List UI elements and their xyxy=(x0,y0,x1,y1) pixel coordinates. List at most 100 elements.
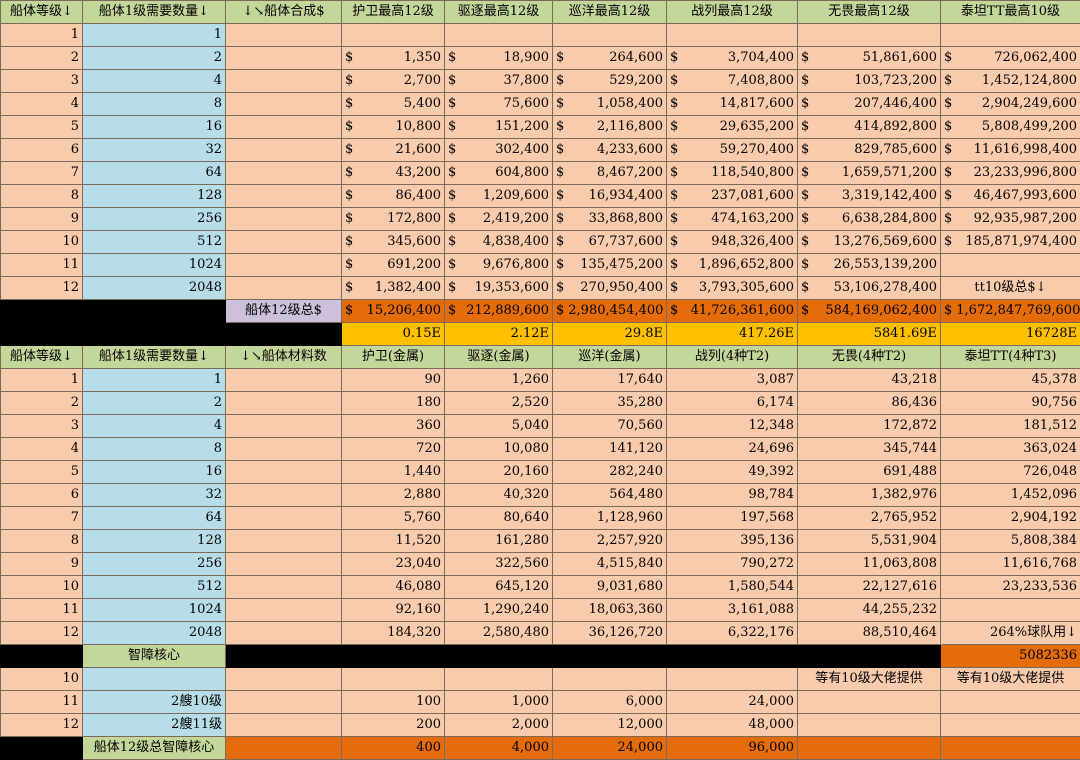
level-cell[interactable]: 10 xyxy=(1,668,83,691)
quantity-cell[interactable]: 2艘11级 xyxy=(83,714,226,737)
cost-cell[interactable]: $19,353,600 xyxy=(445,277,553,300)
material-cell[interactable]: 11,063,808 xyxy=(798,553,941,576)
cost-cell[interactable]: $46,467,993,600 xyxy=(941,185,1080,208)
cost-cell[interactable]: $103,723,200 xyxy=(798,70,941,93)
material-cell[interactable]: 43,218 xyxy=(798,369,941,392)
cost-cell[interactable]: $2,700 xyxy=(342,70,445,93)
column-header[interactable]: 无畏最高12级 xyxy=(798,1,941,24)
quantity-cell[interactable]: 2 xyxy=(83,392,226,415)
material-cell[interactable] xyxy=(226,461,342,484)
material-cell[interactable]: 6,322,176 xyxy=(667,622,798,645)
material-cell[interactable]: 141,120 xyxy=(553,438,667,461)
sheet-cell[interactable] xyxy=(1,300,226,323)
material-cell[interactable]: 197,568 xyxy=(667,507,798,530)
sheet-cell[interactable] xyxy=(226,162,342,185)
cost-cell[interactable]: $207,446,400 xyxy=(798,93,941,116)
sheet-cell[interactable] xyxy=(226,231,342,254)
cost-cell[interactable]: $1,452,124,800 xyxy=(941,70,1080,93)
quantity-cell[interactable]: 64 xyxy=(83,507,226,530)
quantity-cell[interactable]: 1024 xyxy=(83,254,226,277)
column-header[interactable]: 巡洋最高12级 xyxy=(553,1,667,24)
cost-cell[interactable]: $21,600 xyxy=(342,139,445,162)
cost-cell[interactable]: $1,209,600 xyxy=(445,185,553,208)
column-header[interactable]: ↓↘船体合成$ xyxy=(226,1,342,24)
material-cell[interactable]: 40,320 xyxy=(445,484,553,507)
sheet-cell[interactable] xyxy=(226,139,342,162)
material-cell[interactable]: 2,257,920 xyxy=(553,530,667,553)
quantity-cell[interactable]: 512 xyxy=(83,231,226,254)
total-label[interactable]: 船体12级总$ xyxy=(226,300,342,323)
material-cell[interactable]: 17,640 xyxy=(553,369,667,392)
total-e-cell[interactable]: 16728E xyxy=(941,323,1080,346)
quantity-cell[interactable]: 128 xyxy=(83,185,226,208)
quantity-cell[interactable]: 2艘10级 xyxy=(83,691,226,714)
material-cell[interactable] xyxy=(226,576,342,599)
cost-cell[interactable]: $13,276,569,600 xyxy=(798,231,941,254)
material-cell[interactable]: 23,233,536 xyxy=(941,576,1080,599)
total-cell[interactable]: $212,889,600 xyxy=(445,300,553,323)
material-cell[interactable] xyxy=(226,392,342,415)
material-cell[interactable]: 35,280 xyxy=(553,392,667,415)
material-cell[interactable] xyxy=(226,622,342,645)
total-e-cell[interactable]: 2.12E xyxy=(445,323,553,346)
core-cell[interactable]: 1,000 xyxy=(445,691,553,714)
core-cell[interactable]: 2,000 xyxy=(445,714,553,737)
cost-cell[interactable]: $7,408,800 xyxy=(667,70,798,93)
material-cell[interactable]: 92,160 xyxy=(342,599,445,622)
quantity-cell[interactable]: 1 xyxy=(83,24,226,47)
cost-cell[interactable]: $4,233,600 xyxy=(553,139,667,162)
material-cell[interactable]: 172,872 xyxy=(798,415,941,438)
total-e-cell[interactable]: 5841.69E xyxy=(798,323,941,346)
cost-cell[interactable]: $118,540,800 xyxy=(667,162,798,185)
core-total-cell[interactable]: 400 xyxy=(342,737,445,760)
material-cell[interactable]: 24,696 xyxy=(667,438,798,461)
quantity-cell[interactable]: 4 xyxy=(83,415,226,438)
column-header[interactable]: 船体1级需要数量↓ xyxy=(83,1,226,24)
sheet-cell[interactable] xyxy=(226,277,342,300)
level-cell[interactable]: 9 xyxy=(1,208,83,231)
cost-cell[interactable]: $3,793,305,600 xyxy=(667,277,798,300)
material-cell[interactable]: 11,616,768 xyxy=(941,553,1080,576)
cost-cell[interactable]: $135,475,200 xyxy=(553,254,667,277)
core-total-label[interactable]: 船体12级总智障核心 xyxy=(83,737,226,760)
material-cell[interactable]: 691,488 xyxy=(798,461,941,484)
cost-cell[interactable]: $16,934,400 xyxy=(553,185,667,208)
material-cell[interactable]: 49,392 xyxy=(667,461,798,484)
total-cell[interactable]: $1,672,847,769,600 xyxy=(941,300,1080,323)
sheet-cell[interactable] xyxy=(1,737,83,760)
material-cell[interactable]: 45,378 xyxy=(941,369,1080,392)
level-cell[interactable]: 5 xyxy=(1,116,83,139)
note-cell[interactable] xyxy=(941,691,1080,714)
material-cell[interactable]: 44,255,232 xyxy=(798,599,941,622)
cost-cell[interactable]: $1,058,400 xyxy=(553,93,667,116)
cost-cell[interactable]: $5,400 xyxy=(342,93,445,116)
level-cell[interactable]: 10 xyxy=(1,231,83,254)
cost-cell[interactable]: $151,200 xyxy=(445,116,553,139)
material-cell[interactable]: 2,765,952 xyxy=(798,507,941,530)
quantity-cell[interactable]: 32 xyxy=(83,484,226,507)
cost-cell[interactable]: $8,467,200 xyxy=(553,162,667,185)
level-cell[interactable]: 2 xyxy=(1,47,83,70)
level-cell[interactable]: 1 xyxy=(1,24,83,47)
material-cell[interactable]: 4,515,840 xyxy=(553,553,667,576)
material-cell[interactable] xyxy=(226,507,342,530)
core-cell[interactable] xyxy=(445,668,553,691)
total-e-cell[interactable]: 0.15E xyxy=(342,323,445,346)
column-header[interactable]: 战列(4种T2) xyxy=(667,346,798,369)
cost-cell[interactable]: $270,950,400 xyxy=(553,277,667,300)
sheet-cell[interactable] xyxy=(226,47,342,70)
material-cell[interactable]: 11,520 xyxy=(342,530,445,553)
column-header[interactable]: 泰坦TT最高10级 xyxy=(941,1,1080,24)
cost-cell[interactable]: $474,163,200 xyxy=(667,208,798,231)
level-cell[interactable]: 12 xyxy=(1,622,83,645)
material-cell[interactable]: 1,128,960 xyxy=(553,507,667,530)
total-cell[interactable]: $2,980,454,400 xyxy=(553,300,667,323)
quantity-cell[interactable]: 16 xyxy=(83,461,226,484)
material-cell[interactable]: 3,087 xyxy=(667,369,798,392)
cost-cell[interactable]: $37,800 xyxy=(445,70,553,93)
cost-cell[interactable]: $2,419,200 xyxy=(445,208,553,231)
cost-cell[interactable]: $237,081,600 xyxy=(667,185,798,208)
material-cell[interactable]: 9,031,680 xyxy=(553,576,667,599)
cost-cell[interactable]: $11,616,998,400 xyxy=(941,139,1080,162)
note-cell[interactable]: tt10级总$↓ xyxy=(941,277,1080,300)
